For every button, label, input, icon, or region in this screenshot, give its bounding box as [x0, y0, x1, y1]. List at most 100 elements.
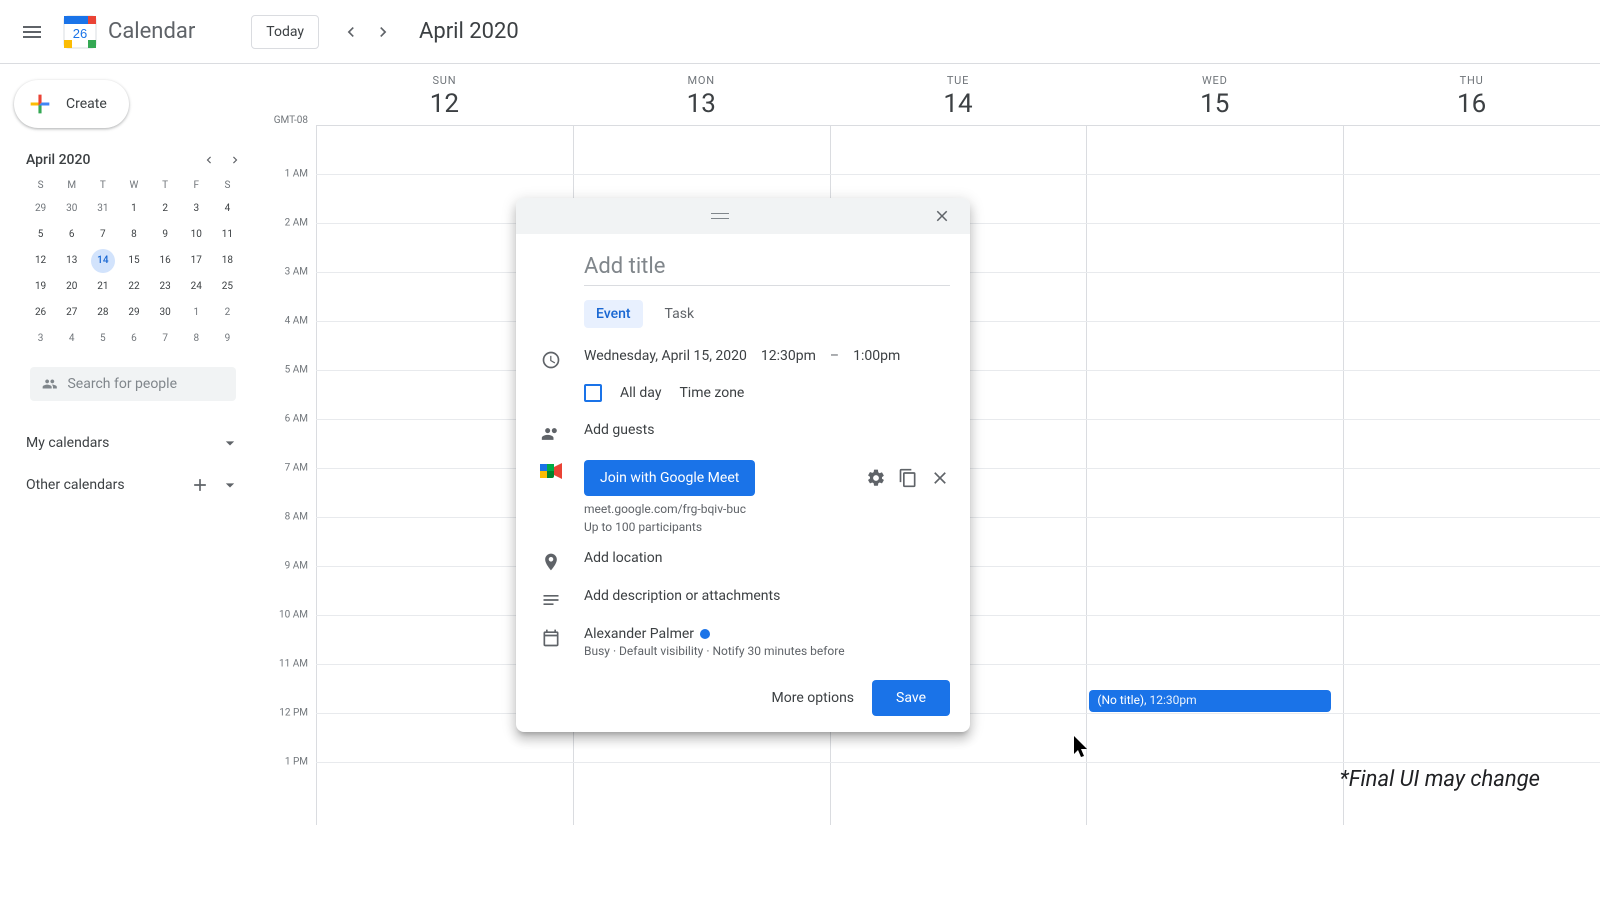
mini-day[interactable]: 3 [184, 197, 208, 221]
main-menu-button[interactable] [8, 8, 56, 56]
mini-day[interactable]: 16 [153, 249, 177, 273]
copy-icon [898, 468, 918, 488]
mini-dow: S [26, 176, 55, 195]
more-options-button[interactable]: More options [772, 690, 855, 706]
mini-day[interactable]: 28 [91, 301, 115, 325]
chevron-right-icon [373, 22, 393, 42]
mini-day[interactable]: 5 [91, 327, 115, 351]
mini-day[interactable]: 30 [153, 301, 177, 325]
mini-day[interactable]: 27 [60, 301, 84, 325]
search-people-field[interactable] [30, 367, 236, 401]
all-day-checkbox[interactable] [584, 384, 602, 402]
mini-day[interactable]: 5 [29, 223, 53, 247]
meet-settings-button[interactable] [866, 468, 886, 488]
start-time-picker[interactable]: 12:30pm [761, 348, 816, 364]
mini-day[interactable]: 1 [184, 301, 208, 325]
event-chip[interactable]: (No title), 12:30pm [1089, 690, 1331, 713]
mini-day[interactable]: 29 [29, 197, 53, 221]
mini-day[interactable]: 2 [153, 197, 177, 221]
end-time-picker[interactable]: 1:00pm [853, 348, 900, 364]
mini-day[interactable]: 13 [60, 249, 84, 273]
mini-day[interactable]: 4 [215, 197, 239, 221]
mini-day[interactable]: 26 [29, 301, 53, 325]
next-period-button[interactable] [367, 16, 399, 48]
mini-day[interactable]: 2 [215, 301, 239, 325]
mini-day[interactable]: 30 [60, 197, 84, 221]
day-column[interactable] [1343, 126, 1600, 825]
mini-day[interactable]: 6 [60, 223, 84, 247]
description-row[interactable]: Add description or attachments [536, 580, 950, 618]
mini-day[interactable]: 6 [122, 327, 146, 351]
copy-meet-link-button[interactable] [898, 468, 918, 488]
mini-day[interactable]: 8 [122, 223, 146, 247]
mini-prev-month-button[interactable] [202, 153, 216, 167]
mini-day[interactable]: 7 [91, 223, 115, 247]
mini-day[interactable]: 9 [215, 327, 239, 351]
event-create-dialog: Event Task Wednesday, April 15, 2020 12:… [516, 198, 970, 732]
mini-day[interactable]: 22 [122, 275, 146, 299]
mini-day[interactable]: 7 [153, 327, 177, 351]
mini-day[interactable]: 1 [122, 197, 146, 221]
mini-day[interactable]: 3 [29, 327, 53, 351]
other-calendars-label: Other calendars [26, 477, 125, 493]
save-button[interactable]: Save [872, 680, 950, 716]
mini-day[interactable]: 14 [91, 249, 115, 273]
day-header-dow: SUN [316, 74, 573, 87]
tab-event[interactable]: Event [584, 300, 643, 328]
day-header[interactable]: TUE14 [830, 64, 1087, 125]
day-header-dow: TUE [830, 74, 1087, 87]
join-meet-button[interactable]: Join with Google Meet [584, 460, 755, 496]
mini-day[interactable]: 15 [122, 249, 146, 273]
create-button[interactable]: Create [14, 80, 129, 128]
calendar-logo: 26 [60, 12, 100, 52]
mini-day[interactable]: 8 [184, 327, 208, 351]
dialog-close-button[interactable] [924, 198, 960, 234]
day-column[interactable]: (No title), 12:30pm [1086, 126, 1343, 825]
search-people-input[interactable] [67, 376, 224, 392]
dialog-header [516, 198, 970, 234]
guests-row[interactable]: Add guests [536, 414, 950, 452]
mini-day[interactable]: 23 [153, 275, 177, 299]
all-day-label: All day [620, 385, 661, 401]
mini-next-month-button[interactable] [228, 153, 242, 167]
event-date-picker[interactable]: Wednesday, April 15, 2020 [584, 348, 747, 364]
timezone-button[interactable]: Time zone [679, 385, 744, 401]
mini-day[interactable]: 31 [91, 197, 115, 221]
mini-day[interactable]: 19 [29, 275, 53, 299]
plus-icon[interactable] [190, 475, 210, 495]
day-header-num: 15 [1086, 89, 1343, 119]
mini-day[interactable]: 17 [184, 249, 208, 273]
mini-day[interactable]: 20 [60, 275, 84, 299]
today-button[interactable]: Today [251, 15, 319, 49]
drag-handle[interactable] [516, 211, 924, 221]
close-icon [930, 468, 950, 488]
mini-day[interactable]: 18 [215, 249, 239, 273]
event-title-input[interactable] [584, 250, 950, 286]
day-header[interactable]: THU16 [1343, 64, 1600, 125]
chevron-right-icon [228, 153, 242, 167]
other-calendars-toggle[interactable]: Other calendars [26, 471, 240, 499]
day-header[interactable]: SUN12 [316, 64, 573, 125]
day-header[interactable]: MON13 [573, 64, 830, 125]
app-name: Calendar [108, 19, 195, 44]
prev-period-button[interactable] [335, 16, 367, 48]
people-icon [42, 375, 57, 393]
day-header[interactable]: WED15 [1086, 64, 1343, 125]
chevron-down-icon [220, 433, 240, 453]
remove-meet-button[interactable] [930, 468, 950, 488]
mini-day[interactable]: 10 [184, 223, 208, 247]
location-row[interactable]: Add location [536, 542, 950, 580]
mini-day[interactable]: 12 [29, 249, 53, 273]
organizer-row[interactable]: Alexander Palmer Busy · Default visibili… [536, 618, 950, 666]
mini-day[interactable]: 4 [60, 327, 84, 351]
mini-day[interactable]: 21 [91, 275, 115, 299]
mini-day[interactable]: 29 [122, 301, 146, 325]
mini-day[interactable]: 25 [215, 275, 239, 299]
people-icon [541, 424, 561, 444]
mini-day[interactable]: 24 [184, 275, 208, 299]
my-calendars-toggle[interactable]: My calendars [26, 429, 240, 457]
hour-label: 1 AM [285, 169, 308, 180]
mini-day[interactable]: 11 [215, 223, 239, 247]
mini-day[interactable]: 9 [153, 223, 177, 247]
tab-task[interactable]: Task [653, 300, 707, 328]
